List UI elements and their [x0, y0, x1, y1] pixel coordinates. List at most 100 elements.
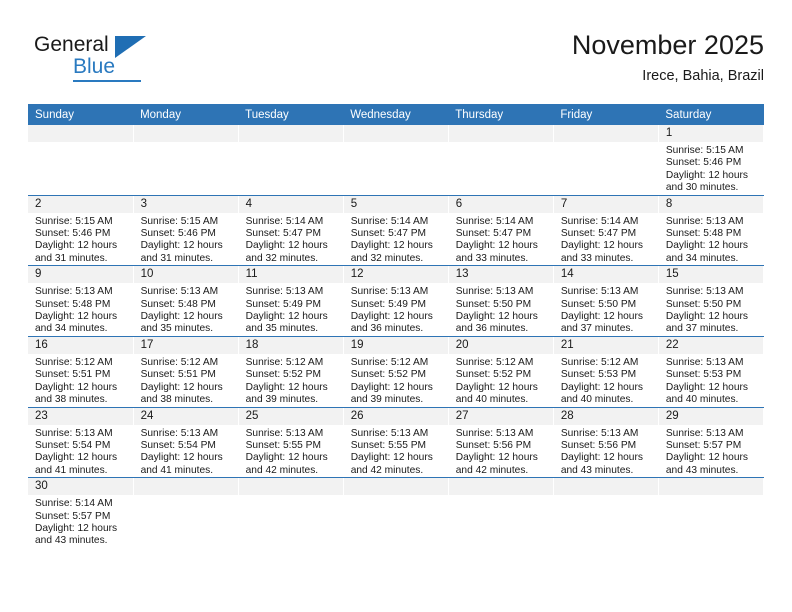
sunrise-time: Sunrise: 5:13 AM: [140, 286, 219, 298]
day-details: [449, 142, 553, 145]
daylight-duration-line1: Daylight: 12 hours: [350, 452, 433, 464]
day-number: 15: [658, 266, 763, 284]
sunrise-time: Sunrise: 5:12 AM: [245, 356, 324, 368]
calendar-day-cell[interactable]: 21 Sunrise: 5:12 AM Sunset: 5:53 PM Dayligh…: [553, 336, 659, 408]
day-details: [134, 495, 238, 498]
calendar-day-cell[interactable]: 22 Sunrise: 5:13 AM Sunset: 5:53 PM Dayligh…: [658, 336, 765, 408]
day-details: [134, 142, 238, 145]
calendar-day-cell[interactable]: 11 Sunrise: 5:13 AM Sunset: 5:49 PM Dayligh…: [238, 265, 344, 337]
calendar-day-cell[interactable]: 4 Sunrise: 5:14 AM Sunset: 5:47 PM Daylight…: [238, 195, 344, 267]
calendar-day-cell[interactable]: 7 Sunrise: 5:14 AM Sunset: 5:47 PM Daylight…: [553, 195, 659, 267]
day-details: Sunrise: 5:13 AM Sunset: 5:48 PM Daylight:…: [28, 283, 133, 336]
daylight-duration-line1: Daylight: 12 hours: [665, 169, 748, 181]
sunset-time: Sunset: 5:49 PM: [245, 298, 321, 310]
calendar-day-cell[interactable]: 15 Sunrise: 5:13 AM Sunset: 5:50 PM Dayligh…: [658, 265, 765, 337]
sunrise-time: Sunrise: 5:13 AM: [245, 427, 324, 439]
daylight-duration-line2: and 36 minutes.: [350, 323, 424, 335]
day-number: [553, 125, 658, 142]
calendar-day-cell[interactable]: 10 Sunrise: 5:13 AM Sunset: 5:48 PM Dayligh…: [133, 265, 239, 337]
daylight-duration-line1: Daylight: 12 hours: [455, 311, 538, 323]
daylight-duration-line1: Daylight: 12 hours: [140, 452, 223, 464]
day-details: [28, 142, 133, 145]
day-number: 14: [553, 266, 658, 284]
sunset-time: Sunset: 5:50 PM: [455, 298, 532, 310]
day-number: 30: [28, 478, 133, 496]
calendar-page: General Blue November 2025 Irece, Bahia,…: [0, 0, 792, 612]
calendar-day-cell[interactable]: 18 Sunrise: 5:12 AM Sunset: 5:52 PM Dayligh…: [238, 336, 344, 408]
calendar-day-cell[interactable]: 17 Sunrise: 5:12 AM Sunset: 5:51 PM Dayligh…: [133, 336, 239, 408]
calendar-day-cell[interactable]: 20 Sunrise: 5:12 AM Sunset: 5:52 PM Dayligh…: [448, 336, 554, 408]
daylight-duration-line2: and 39 minutes.: [245, 394, 319, 406]
calendar-week-row: 16 Sunrise: 5:12 AM Sunset: 5:51 PM Dayligh…: [28, 336, 765, 408]
day-details: Sunrise: 5:14 AM Sunset: 5:47 PM Daylight:…: [239, 213, 343, 266]
daylight-duration-line1: Daylight: 12 hours: [35, 452, 118, 464]
logo-text-blue: Blue: [73, 55, 116, 78]
day-number: 5: [343, 195, 448, 213]
sunset-time: Sunset: 5:54 PM: [35, 439, 111, 451]
daylight-duration-line1: Daylight: 12 hours: [35, 522, 118, 534]
calendar-day-cell[interactable]: 3 Sunrise: 5:15 AM Sunset: 5:46 PM Daylight…: [133, 195, 239, 267]
day-details: [449, 495, 553, 498]
calendar-day-cell[interactable]: 13 Sunrise: 5:13 AM Sunset: 5:50 PM Dayligh…: [448, 265, 554, 337]
calendar-day-cell[interactable]: 8 Sunrise: 5:13 AM Sunset: 5:48 PM Daylight…: [658, 195, 765, 267]
sunrise-time: Sunrise: 5:12 AM: [560, 356, 639, 368]
daylight-duration-line1: Daylight: 12 hours: [455, 452, 538, 464]
calendar-day-cell-empty: [658, 477, 765, 548]
day-details: Sunrise: 5:13 AM Sunset: 5:50 PM Daylight:…: [659, 283, 763, 336]
daylight-duration-line1: Daylight: 12 hours: [140, 381, 223, 393]
calendar-day-cell[interactable]: 26 Sunrise: 5:13 AM Sunset: 5:55 PM Dayligh…: [343, 407, 449, 479]
day-number: [133, 125, 238, 142]
day-details: Sunrise: 5:13 AM Sunset: 5:56 PM Daylight:…: [449, 425, 553, 478]
calendar-day-cell-empty: [343, 125, 449, 196]
calendar-day-cell[interactable]: 25 Sunrise: 5:13 AM Sunset: 5:55 PM Dayligh…: [238, 407, 344, 479]
day-number: [28, 125, 133, 142]
general-blue-logo[interactable]: General Blue: [34, 34, 234, 94]
sunrise-time: Sunrise: 5:13 AM: [665, 215, 744, 227]
daylight-duration-line1: Daylight: 12 hours: [560, 452, 643, 464]
sunset-time: Sunset: 5:56 PM: [560, 439, 637, 451]
calendar-day-cell[interactable]: 14 Sunrise: 5:13 AM Sunset: 5:50 PM Dayligh…: [553, 265, 659, 337]
calendar-day-cell[interactable]: 12 Sunrise: 5:13 AM Sunset: 5:49 PM Dayligh…: [343, 265, 449, 337]
calendar-day-cell[interactable]: 16 Sunrise: 5:12 AM Sunset: 5:51 PM Dayligh…: [28, 336, 134, 408]
daylight-duration-line2: and 41 minutes.: [140, 464, 214, 476]
sunset-time: Sunset: 5:47 PM: [560, 228, 637, 240]
daylight-duration-line2: and 31 minutes.: [35, 252, 108, 264]
daylight-duration-line2: and 43 minutes.: [560, 464, 634, 476]
day-details: [239, 495, 343, 498]
calendar-day-cell[interactable]: 29 Sunrise: 5:13 AM Sunset: 5:57 PM Dayligh…: [658, 407, 765, 479]
day-details: [239, 142, 343, 145]
day-details: [344, 142, 448, 145]
daylight-duration-line1: Daylight: 12 hours: [35, 311, 118, 323]
weekday-header-friday: Friday: [553, 104, 659, 125]
day-details: Sunrise: 5:13 AM Sunset: 5:50 PM Daylight:…: [449, 283, 553, 336]
weekday-header-thursday: Thursday: [448, 104, 554, 125]
calendar-day-cell[interactable]: 30 Sunrise: 5:14 AM Sunset: 5:57 PM Dayligh…: [28, 477, 134, 548]
daylight-duration-line1: Daylight: 12 hours: [245, 311, 328, 323]
calendar-day-cell[interactable]: 2 Sunrise: 5:15 AM Sunset: 5:46 PM Daylight…: [28, 195, 134, 267]
day-details: Sunrise: 5:12 AM Sunset: 5:52 PM Daylight:…: [239, 354, 343, 407]
calendar-day-cell[interactable]: 28 Sunrise: 5:13 AM Sunset: 5:56 PM Dayligh…: [553, 407, 659, 479]
day-number: 22: [658, 336, 763, 354]
day-details: Sunrise: 5:12 AM Sunset: 5:51 PM Daylight:…: [134, 354, 238, 407]
sunset-time: Sunset: 5:48 PM: [140, 298, 216, 310]
calendar-day-cell[interactable]: 19 Sunrise: 5:12 AM Sunset: 5:52 PM Dayligh…: [343, 336, 449, 408]
calendar-day-cell[interactable]: 23 Sunrise: 5:13 AM Sunset: 5:54 PM Dayligh…: [28, 407, 134, 479]
daylight-duration-line2: and 40 minutes.: [560, 394, 634, 406]
calendar-day-cell[interactable]: 24 Sunrise: 5:13 AM Sunset: 5:54 PM Dayligh…: [133, 407, 239, 479]
calendar-day-cell[interactable]: 5 Sunrise: 5:14 AM Sunset: 5:47 PM Daylight…: [343, 195, 449, 267]
daylight-duration-line2: and 43 minutes.: [35, 535, 108, 547]
daylight-duration-line1: Daylight: 12 hours: [35, 381, 118, 393]
calendar-day-cell[interactable]: 27 Sunrise: 5:13 AM Sunset: 5:56 PM Dayligh…: [448, 407, 554, 479]
daylight-duration-line1: Daylight: 12 hours: [245, 240, 328, 252]
sunrise-time: Sunrise: 5:13 AM: [35, 427, 113, 439]
day-details: Sunrise: 5:13 AM Sunset: 5:54 PM Daylight:…: [28, 425, 133, 478]
daylight-duration-line2: and 34 minutes.: [665, 252, 739, 264]
day-number: 8: [658, 195, 763, 213]
day-details: Sunrise: 5:13 AM Sunset: 5:48 PM Daylight:…: [134, 283, 238, 336]
logo-text-general: General: [34, 33, 109, 56]
calendar-day-cell[interactable]: 6 Sunrise: 5:14 AM Sunset: 5:47 PM Daylight…: [448, 195, 554, 267]
day-number: 18: [238, 336, 343, 354]
sunset-time: Sunset: 5:48 PM: [665, 228, 742, 240]
calendar-day-cell[interactable]: 9 Sunrise: 5:13 AM Sunset: 5:48 PM Daylight…: [28, 265, 134, 337]
calendar-day-cell[interactable]: 1 Sunrise: 5:15 AM Sunset: 5:46 PM Daylight…: [658, 125, 765, 196]
